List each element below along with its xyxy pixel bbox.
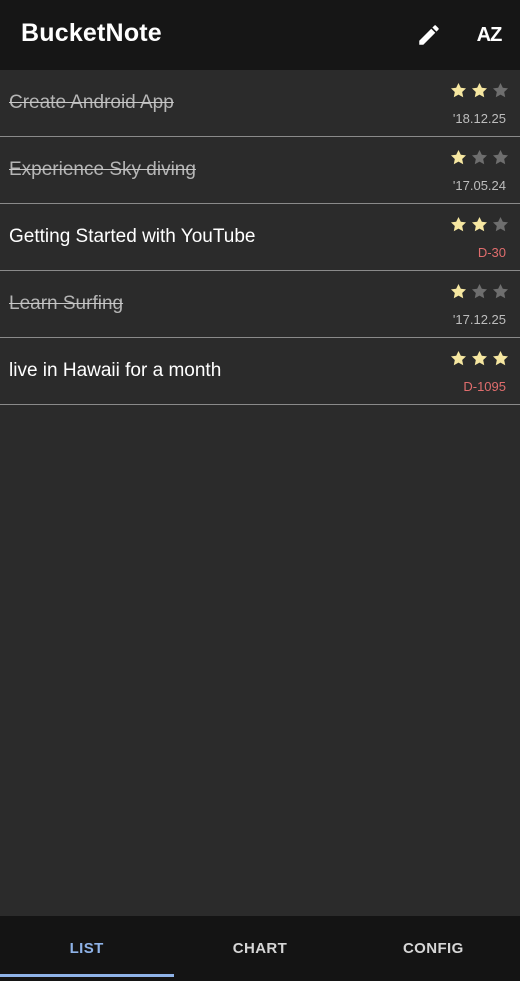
item-title: Experience Sky diving bbox=[9, 159, 196, 180]
star-filled-icon bbox=[492, 350, 509, 366]
edit-button[interactable] bbox=[408, 14, 450, 56]
rating-stars bbox=[449, 81, 510, 100]
item-title: live in Hawaii for a month bbox=[9, 360, 222, 381]
app-title: BucketNote bbox=[21, 19, 162, 47]
tab-chart[interactable]: CHART bbox=[173, 916, 346, 981]
star-filled-icon bbox=[450, 82, 467, 98]
list-item[interactable]: live in Hawaii for a month D-1095 bbox=[0, 338, 520, 405]
star-empty-icon bbox=[471, 283, 488, 299]
list-item[interactable]: Experience Sky diving '17.05.24 bbox=[0, 137, 520, 204]
list-item[interactable]: Create Android App '18.12.25 bbox=[0, 70, 520, 137]
star-filled-icon bbox=[450, 283, 467, 299]
star-empty-icon bbox=[492, 283, 509, 299]
star-empty-icon bbox=[471, 149, 488, 165]
star-empty-icon bbox=[492, 216, 509, 232]
rating-stars bbox=[449, 215, 510, 234]
tab-config[interactable]: CONFIG bbox=[347, 916, 520, 981]
app-bar: BucketNote AZ bbox=[0, 0, 520, 70]
item-title: Getting Started with YouTube bbox=[9, 226, 256, 247]
item-title: Create Android App bbox=[9, 92, 174, 113]
star-filled-icon bbox=[471, 82, 488, 98]
star-filled-icon bbox=[450, 149, 467, 165]
rating-stars bbox=[449, 148, 510, 167]
rating-stars bbox=[449, 282, 510, 301]
star-filled-icon bbox=[471, 350, 488, 366]
pencil-icon bbox=[419, 25, 439, 45]
tab-list[interactable]: LIST bbox=[0, 916, 174, 981]
star-filled-icon bbox=[471, 216, 488, 232]
list-item[interactable]: Learn Surfing '17.12.25 bbox=[0, 271, 520, 338]
tab-label: CONFIG bbox=[402, 940, 464, 957]
item-date: D-30 bbox=[477, 245, 506, 260]
sort-button[interactable]: AZ bbox=[468, 14, 510, 56]
star-empty-icon bbox=[492, 82, 509, 98]
item-title: Learn Surfing bbox=[9, 293, 124, 314]
star-empty-icon bbox=[492, 149, 509, 165]
tab-label: CHART bbox=[232, 940, 288, 957]
star-filled-icon bbox=[450, 350, 467, 366]
item-date: '17.12.25 bbox=[452, 312, 506, 327]
active-tab-indicator bbox=[0, 974, 174, 977]
item-date: D-1095 bbox=[463, 379, 506, 394]
item-date: '18.12.25 bbox=[452, 111, 506, 126]
rating-stars bbox=[449, 349, 510, 368]
tab-label: LIST bbox=[69, 940, 104, 957]
bottom-navigation: LIST CHART CONFIG bbox=[0, 916, 520, 981]
bucket-list: Create Android App '18.12.25 Experience … bbox=[0, 70, 520, 405]
star-filled-icon bbox=[450, 216, 467, 232]
item-date: '17.05.24 bbox=[452, 178, 506, 193]
list-item[interactable]: Getting Started with YouTube D-30 bbox=[0, 204, 520, 271]
sort-az-icon: AZ bbox=[476, 23, 503, 46]
